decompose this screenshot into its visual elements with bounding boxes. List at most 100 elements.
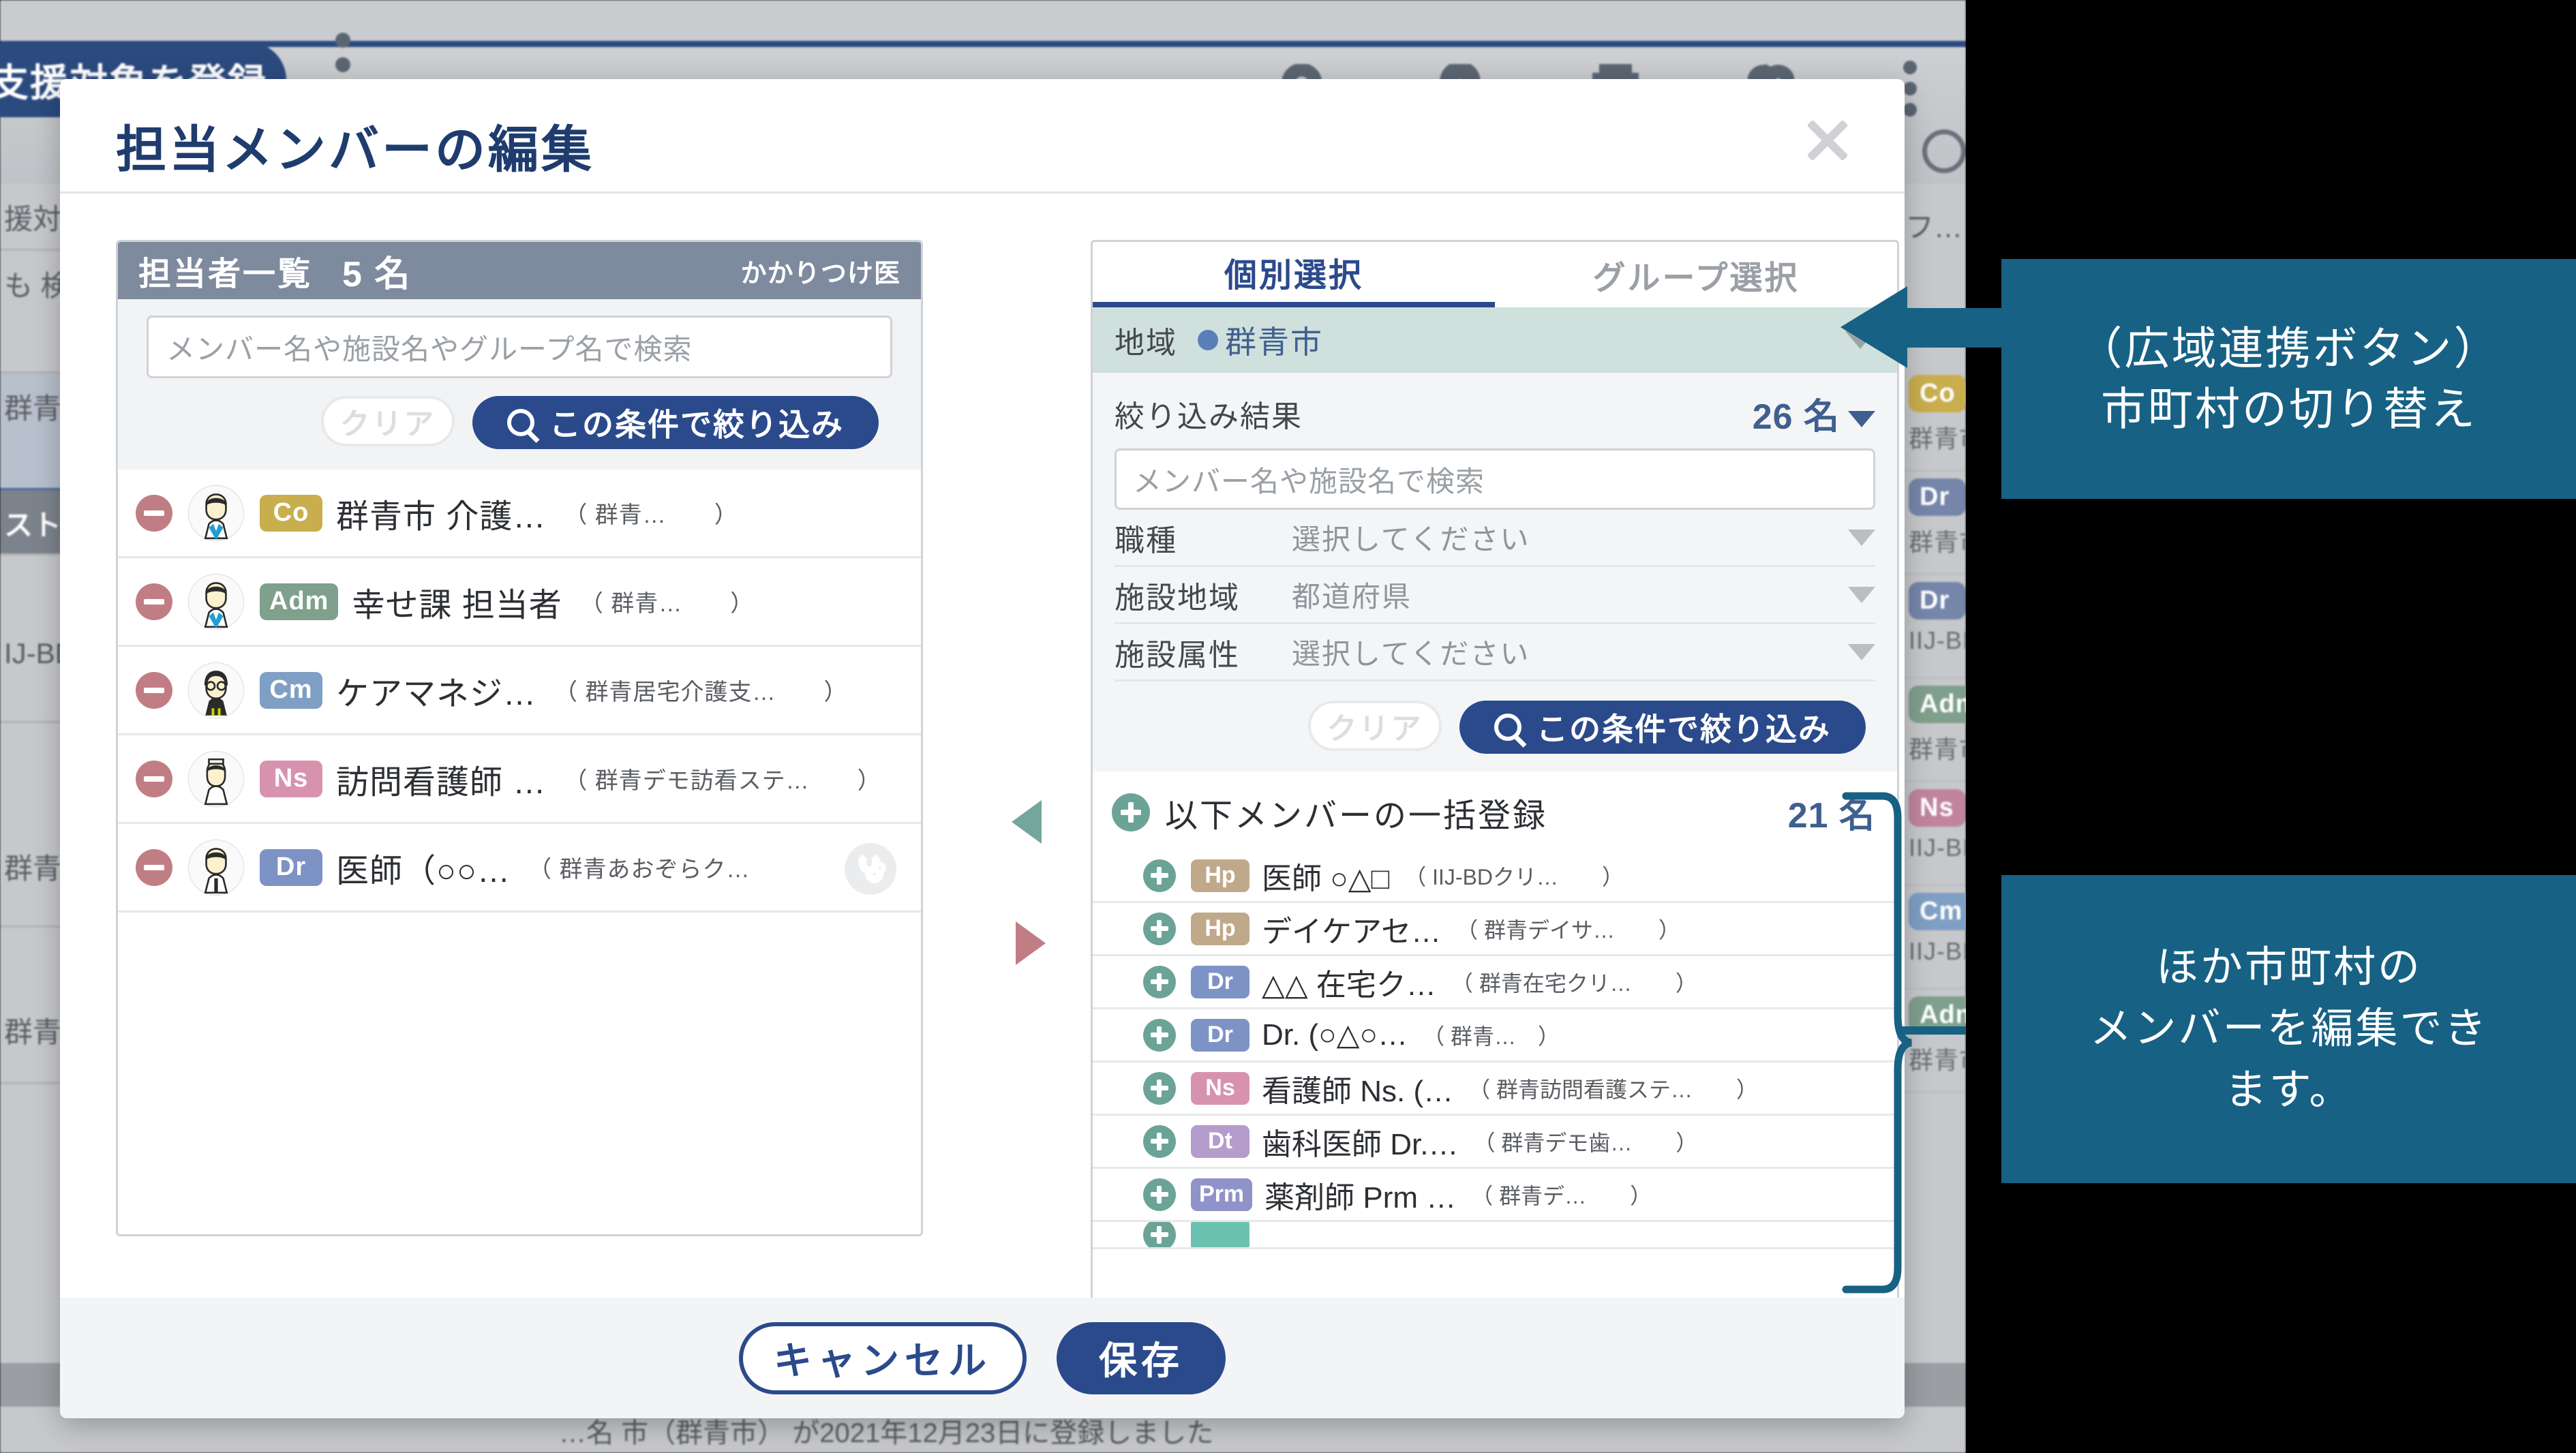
- select-facility-attribute[interactable]: 施設属性 選択してください: [1115, 624, 1875, 682]
- plus-circle-icon[interactable]: [1143, 1018, 1176, 1052]
- clear-button[interactable]: クリア: [1308, 701, 1442, 751]
- list-item[interactable]: Adm 群青市: [1902, 679, 1990, 782]
- filter-result-bar: 絞り込み結果 26 名: [1093, 373, 1897, 446]
- list-item[interactable]: Adm 幸せ課 担当者 （ 群青… ）: [118, 558, 921, 647]
- facility-name: IIJ-BD: [1909, 626, 1982, 654]
- search-input[interactable]: メンバー名や施設名で検索: [1115, 448, 1875, 510]
- cancel-button[interactable]: キャンセル: [739, 1321, 1027, 1394]
- region-selector[interactable]: 地域 群青市: [1093, 307, 1897, 373]
- plus-circle-icon[interactable]: [1143, 859, 1176, 892]
- plus-circle-icon[interactable]: [1143, 1125, 1176, 1158]
- remove-member-icon[interactable]: [136, 760, 172, 797]
- stethoscope-icon[interactable]: [845, 843, 896, 895]
- list-item[interactable]: Dr △△ 在宅ク… （ 群青在宅クリ… ）: [1093, 956, 1897, 1009]
- list-item[interactable]: Dr IIJ-BD: [1902, 575, 1982, 679]
- region-bullet-icon: [1198, 330, 1218, 350]
- list-item[interactable]: Ns 訪問看護師 … （ 群青デモ訪看ステ… ）: [118, 735, 921, 824]
- background-top-strip: [0, 0, 1966, 41]
- avatar: [187, 662, 245, 718]
- avatar: [187, 839, 245, 896]
- filter-form-buttons: クリア この条件で絞り込み: [1115, 701, 1875, 754]
- filter-button[interactable]: この条件で絞り込み: [1459, 701, 1866, 754]
- search-icon: [507, 409, 534, 436]
- list-item[interactable]: Cm ケアマネジ… （ 群青居宅介護支… ）: [118, 647, 921, 735]
- role-badge: Cm: [1909, 893, 1974, 930]
- filter-result-count[interactable]: 26 名: [1753, 388, 1875, 439]
- remove-member-icon[interactable]: [136, 671, 172, 709]
- plus-circle-icon[interactable]: [1143, 1071, 1176, 1105]
- filter-button[interactable]: この条件で絞り込み: [472, 396, 879, 449]
- member-name: △△ 在宅ク…: [1262, 968, 1436, 1002]
- plus-circle-icon[interactable]: [1143, 965, 1176, 998]
- remove-member-icon[interactable]: [136, 494, 172, 532]
- chevron-down-icon: [1848, 643, 1875, 660]
- close-icon[interactable]: [1798, 110, 1855, 168]
- select-occupation[interactable]: 職種 選択してください: [1115, 510, 1875, 567]
- save-button[interactable]: 保存: [1057, 1321, 1226, 1394]
- background-right-filter-label: フ…: [1905, 211, 1963, 243]
- tab-individual-selection[interactable]: 個別選択: [1093, 242, 1495, 307]
- remove-member-icon[interactable]: [136, 848, 172, 886]
- facility-name: 群青市: [1909, 735, 1985, 763]
- plus-circle-icon[interactable]: [1143, 1222, 1176, 1247]
- assigned-members-header: 担当者一覧 5 名 かかりつけ医: [118, 242, 921, 299]
- role-badge: Co: [1909, 375, 1967, 412]
- list-item[interactable]: [1093, 1222, 1897, 1249]
- list-item[interactable]: Co 群青市: [1902, 368, 1984, 472]
- list-item[interactable]: Hp 医師 ○△□ （ IIJ-BDクリ… ）: [1093, 850, 1897, 903]
- remove-member-icon[interactable]: [136, 583, 172, 620]
- search-input[interactable]: メンバー名や施設名やグループ名で検索: [147, 316, 892, 378]
- filter-button-label: この条件で絞り込み: [1536, 712, 1831, 747]
- role-badge: Ns: [1191, 1071, 1249, 1105]
- screen-root: /支援対象を登録 要支援体制 援対象: [0, 0, 2576, 1453]
- member-name: 医師 ○△□: [1262, 861, 1390, 896]
- plus-circle-icon[interactable]: [1143, 912, 1176, 945]
- member-name: 歯科医師 Dr.…: [1262, 1127, 1459, 1161]
- role-badge: Dr: [1909, 478, 1966, 516]
- member-name: 幸せ課 担当者: [352, 587, 562, 624]
- bulk-register-row[interactable]: 以下メンバーの一括登録 21 名: [1093, 771, 1897, 850]
- list-item[interactable]: Dr 医師（○○… （ 群青あおぞらク…: [118, 824, 921, 913]
- member-name: ケアマネジ…: [336, 675, 537, 712]
- filter-form: メンバー名や施設名で検索 職種 選択してください 施設地域 都道府県 施設属性 …: [1093, 446, 1897, 771]
- background-right-search-icon[interactable]: [1922, 129, 1966, 173]
- callout1-pointer-arrow: [1840, 286, 1907, 368]
- plus-circle-icon[interactable]: [1112, 793, 1150, 831]
- member-facility: （ 群青デモ歯… ）: [1473, 1130, 1698, 1155]
- role-badge: Dr: [1909, 582, 1966, 620]
- callout-region-switch: （広域連携ボタン） 市町村の切り替え: [2001, 259, 2576, 499]
- callout-edit-other-municipality: ほか市町村の メンバーを編集でき ます。: [2001, 875, 2576, 1183]
- tab-group-selection[interactable]: グループ選択: [1495, 242, 1897, 307]
- list-item[interactable]: Prm 薬剤師 Prm … （ 群青デ… ）: [1093, 1169, 1897, 1222]
- member-name: 看護師 Ns. (…: [1262, 1074, 1454, 1108]
- list-item[interactable]: Hp デイケアセ… （ 群青デイサ… ）: [1093, 903, 1897, 956]
- occluder-mid-right: [1966, 499, 2576, 875]
- filter-result-label: 絞り込み結果: [1115, 399, 1303, 433]
- filter-button-label: この条件で絞り込み: [549, 407, 844, 442]
- occluder-bottom-right: [1966, 1183, 2576, 1453]
- clear-button[interactable]: クリア: [321, 396, 455, 446]
- role-badge: [1191, 1222, 1249, 1247]
- member-facility: （ 群青デ… ）: [1471, 1183, 1652, 1208]
- dialog-footer: キャンセル 保存: [60, 1298, 1905, 1418]
- member-name: 薬剤師 Prm …: [1264, 1180, 1457, 1214]
- page-title: 担当メンバーの編集: [116, 121, 594, 178]
- assigned-search-area: メンバー名や施設名やグループ名で検索 クリア この条件で絞り込み: [118, 299, 921, 470]
- assigned-members-title: 担当者一覧: [138, 256, 313, 292]
- avatar: [187, 485, 245, 541]
- select-facility-region[interactable]: 施設地域 都道府県: [1115, 567, 1875, 624]
- list-item[interactable]: Co 群青市 介護… （ 群青… ）: [118, 470, 921, 558]
- list-item[interactable]: Dr 群青市: [1902, 472, 1984, 575]
- triangle-left-icon[interactable]: [1012, 800, 1042, 844]
- list-item[interactable]: Dr Dr. (○△○… （ 群青… ）: [1093, 1009, 1897, 1062]
- triangle-right-icon[interactable]: [1016, 921, 1046, 965]
- occluder-notch-b: [1966, 348, 2001, 499]
- kebab-menu-icon[interactable]: [1903, 53, 1917, 124]
- member-facility: （ 群青在宅クリ… ）: [1451, 970, 1697, 996]
- list-item[interactable]: Dt 歯科医師 Dr.… （ 群青デモ歯… ）: [1093, 1116, 1897, 1169]
- chevron-down-icon: [1848, 411, 1875, 428]
- list-item[interactable]: Ns 看護師 Ns. (… （ 群青訪問看護ステ… ）: [1093, 1062, 1897, 1116]
- plus-circle-icon[interactable]: [1143, 1178, 1176, 1211]
- callout1-line2: 市町村の切り替え: [2101, 384, 2477, 434]
- dialog-body: 担当者一覧 5 名 かかりつけ医 メンバー名や施設名やグループ名で検索 クリア …: [60, 194, 1905, 1418]
